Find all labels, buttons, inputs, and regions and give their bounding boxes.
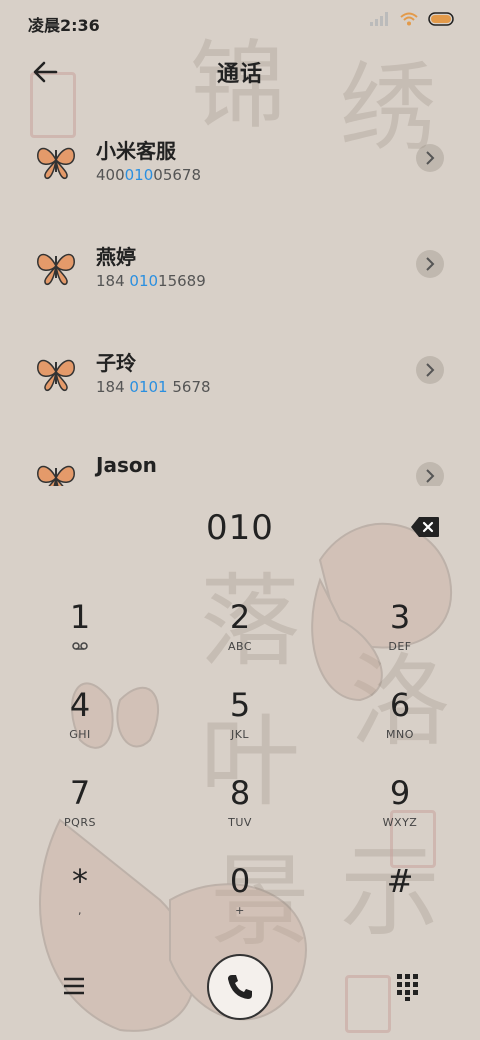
- key-letters: GHI: [69, 728, 91, 741]
- key-5[interactable]: 5 JKL: [160, 686, 320, 774]
- key-letters: ABC: [227, 640, 253, 653]
- contact-row[interactable]: 小米客服 40001005678: [0, 108, 480, 214]
- key-digit: 5: [229, 686, 251, 724]
- contact-row[interactable]: 子玲 184 0101 5678: [0, 320, 480, 426]
- contact-number: 40001005678: [96, 166, 201, 184]
- battery-icon: [428, 12, 454, 26]
- butterfly-avatar-icon: [37, 253, 75, 286]
- contact-detail-button[interactable]: [416, 462, 444, 486]
- contact-name: 子玲: [96, 351, 136, 375]
- status-time: 凌晨2:36: [28, 16, 100, 35]
- key-digit: 7: [69, 774, 91, 812]
- dial-display: 010: [0, 500, 480, 560]
- key-9[interactable]: 9 WXYZ: [320, 774, 480, 862]
- butterfly-avatar-icon: [37, 465, 75, 486]
- key-digit: 2: [229, 598, 251, 636]
- signal-icon: [370, 12, 388, 26]
- key-digit: 1: [69, 598, 91, 636]
- key-3[interactable]: 3 DEF: [320, 598, 480, 686]
- key-digit: 6: [389, 686, 411, 724]
- contact-name: 小米客服: [96, 139, 176, 163]
- key-8[interactable]: 8 TUV: [160, 774, 320, 862]
- key-digit: 3: [389, 598, 411, 636]
- key-letters: +: [235, 904, 245, 917]
- key-6[interactable]: 6 MNO: [320, 686, 480, 774]
- contact-number: 184 01015689: [96, 272, 206, 290]
- key-digit: 4: [69, 686, 91, 724]
- contact-detail-button[interactable]: [416, 250, 444, 278]
- key-hash[interactable]: #: [320, 862, 480, 950]
- header: 通话: [0, 44, 480, 100]
- key-letters: JKL: [230, 728, 250, 741]
- status-bar: 凌晨2:36: [0, 0, 480, 44]
- contact-detail-button[interactable]: [416, 356, 444, 384]
- key-digit: #: [386, 862, 414, 900]
- key-star[interactable]: * ,: [0, 862, 160, 950]
- contact-list: 小米客服 40001005678 燕婷 184 01015689 子玲 184 …: [0, 108, 480, 486]
- key-digit: *: [72, 862, 88, 900]
- wifi-icon: [400, 12, 418, 26]
- call-button[interactable]: [207, 954, 273, 1020]
- key-letters: DEF: [388, 640, 412, 653]
- chevron-right-icon: [426, 363, 435, 377]
- key-letters: WXYZ: [382, 816, 418, 829]
- dialed-number: 010: [206, 508, 274, 548]
- voicemail-icon: [72, 642, 88, 650]
- backspace-icon[interactable]: [410, 516, 440, 538]
- key-2[interactable]: 2 ABC: [160, 598, 320, 686]
- butterfly-avatar-icon: [37, 147, 75, 180]
- bottom-action-bar: [0, 950, 480, 1030]
- dial-keypad: 1 2 ABC 3 DEF 4 GHI 5 JKL 6 MNO 7 PQRS 8…: [0, 588, 480, 940]
- contact-name: 燕婷: [96, 245, 136, 269]
- key-7[interactable]: 7 PQRS: [0, 774, 160, 862]
- key-1[interactable]: 1: [0, 598, 160, 686]
- contact-detail-button[interactable]: [416, 144, 444, 172]
- chevron-right-icon: [426, 469, 435, 483]
- page-title: 通话: [216, 62, 263, 87]
- key-letters: MNO: [386, 728, 414, 741]
- key-letters: TUV: [228, 816, 252, 829]
- chevron-right-icon: [426, 257, 435, 271]
- key-digit: 9: [389, 774, 411, 812]
- contact-name: Jason: [96, 453, 157, 477]
- contact-row[interactable]: Jason: [0, 426, 480, 486]
- dialpad-grid-icon[interactable]: [392, 970, 424, 1002]
- key-digit: 8: [229, 774, 251, 812]
- key-4[interactable]: 4 GHI: [0, 686, 160, 774]
- key-0[interactable]: 0 +: [160, 862, 320, 950]
- contact-number: 184 0101 5678: [96, 378, 211, 396]
- key-letters: ,: [78, 904, 82, 917]
- butterfly-avatar-icon: [37, 359, 75, 392]
- key-letters: PQRS: [64, 816, 96, 829]
- key-digit: 0: [229, 862, 251, 900]
- menu-icon[interactable]: [58, 970, 90, 1002]
- chevron-right-icon: [426, 151, 435, 165]
- contact-row[interactable]: 燕婷 184 01015689: [0, 214, 480, 320]
- phone-icon: [228, 975, 252, 999]
